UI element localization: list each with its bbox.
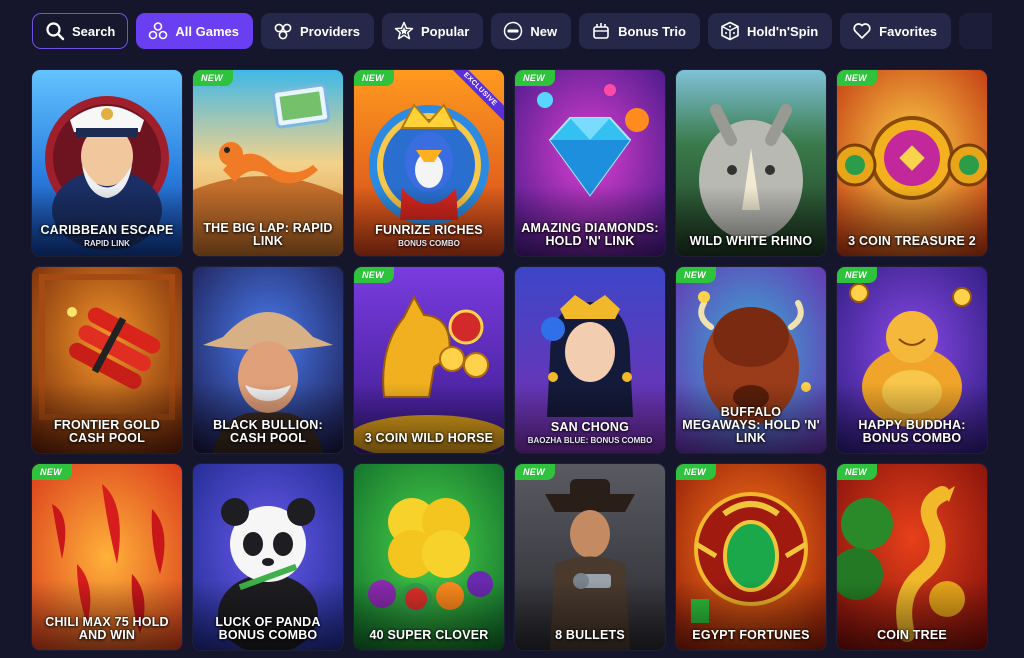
game-card[interactable]: NEW HAPPY BUDDHA: BONUS COMBO (837, 267, 987, 453)
new-badge: NEW (354, 267, 394, 283)
tab-label: All Games (175, 23, 239, 39)
bonus-trio-icon (593, 23, 609, 39)
game-card[interactable]: NEW COIN TREE (837, 464, 987, 650)
tab-providers[interactable]: Providers (260, 13, 374, 49)
game-card[interactable]: WILD WHITE RHINO (676, 70, 826, 256)
new-badge: NEW (837, 70, 877, 86)
star-icon (394, 21, 414, 40)
tab-label: Providers (299, 23, 360, 39)
new-badge: NEW (515, 464, 555, 480)
game-card[interactable]: NEW EGYPT FORTUNES (676, 464, 826, 650)
new-badge: NEW (193, 70, 233, 86)
game-title: FUNRIZE RICHES (375, 223, 483, 237)
game-card[interactable]: CARIBBEAN ESCAPE RAPID LINK (32, 70, 182, 256)
tab-all-games[interactable]: All Games (136, 13, 253, 49)
game-card[interactable]: BLACK BULLION: CASH POOL (193, 267, 343, 453)
search-label: Search (72, 23, 116, 39)
game-card[interactable]: FRONTIER GOLD CASH POOL (32, 267, 182, 453)
new-badge: NEW (515, 70, 555, 86)
new-badge: NEW (32, 464, 72, 480)
dice-icon (721, 21, 739, 41)
game-card[interactable]: SAN CHONG BAOZHA BLUE: BONUS COMBO (515, 267, 665, 453)
more-tabs-fade[interactable] (958, 13, 992, 49)
game-card[interactable]: NEW CHILI MAX 75 HOLD AND WIN (32, 464, 182, 650)
game-subtitle: BAOZHA BLUE: BONUS COMBO (527, 436, 653, 445)
game-title: WILD WHITE RHINO (689, 234, 813, 248)
game-card[interactable]: NEW 8 BULLETS (515, 464, 665, 650)
new-badge: NEW (837, 464, 877, 480)
tab-label: Hold'n'Spin (746, 23, 819, 39)
game-title: THE BIG LAP: RAPID LINK (203, 221, 333, 248)
game-title: 40 SUPER CLOVER (369, 628, 489, 642)
game-card[interactable]: NEW 3 COIN TREASURE 2 (837, 70, 987, 256)
game-title: 8 BULLETS (555, 628, 625, 642)
providers-icon (274, 23, 292, 40)
game-title: CHILI MAX 75 HOLD AND WIN (45, 615, 169, 642)
new-badge: NEW (354, 70, 394, 86)
game-title: 3 COIN WILD HORSE (364, 431, 494, 445)
game-title: EGYPT FORTUNES (692, 628, 810, 642)
tab-popular[interactable]: Popular (381, 13, 484, 49)
game-card[interactable]: NEW AMAZING DIAMONDS: HOLD 'N' LINK (515, 70, 665, 256)
game-title: AMAZING DIAMONDS: HOLD 'N' LINK (521, 221, 659, 248)
tab-bonus-trio[interactable]: Bonus Trio (579, 13, 700, 49)
game-subtitle: RAPID LINK (84, 239, 130, 248)
game-title: HAPPY BUDDHA: BONUS COMBO (858, 418, 966, 445)
new-badge: NEW (676, 267, 716, 283)
game-title: COIN TREE (877, 628, 947, 642)
game-title: CARIBBEAN ESCAPE (40, 223, 174, 237)
tab-new[interactable]: New (491, 13, 572, 49)
tab-label: Favorites (879, 23, 937, 39)
tab-label: Bonus Trio (618, 23, 686, 39)
tab-favorites[interactable]: Favorites (840, 13, 951, 49)
game-title: FRONTIER GOLD CASH POOL (53, 418, 161, 445)
game-card[interactable]: LUCK OF PANDA BONUS COMBO (193, 464, 343, 650)
new-badge: NEW (676, 464, 716, 480)
new-icon (504, 21, 523, 41)
game-title: BLACK BULLION: CASH POOL (213, 418, 323, 445)
game-title: BUFFALO MEGAWAYS: HOLD 'N' LINK (682, 405, 820, 445)
game-card[interactable]: NEW THE BIG LAP: RAPID LINK (193, 70, 343, 256)
game-card[interactable]: NEW 3 COIN WILD HORSE (354, 267, 504, 453)
game-grid: CARIBBEAN ESCAPE RAPID LINK NEW THE BIG … (32, 70, 987, 650)
game-title: 3 COIN TREASURE 2 (848, 234, 976, 248)
game-title: LUCK OF PANDA BONUS COMBO (215, 615, 321, 642)
game-card[interactable]: 40 SUPER CLOVER (354, 464, 504, 650)
tab-label: New (530, 23, 558, 39)
category-nav: Search All Games Providers Popular New B… (32, 12, 992, 50)
tab-label: Popular (420, 23, 470, 39)
game-title: SAN CHONG (550, 420, 630, 434)
game-card[interactable]: NEW BUFFALO MEGAWAYS: HOLD 'N' LINK (676, 267, 826, 453)
heart-icon (853, 23, 871, 39)
game-subtitle: BONUS COMBO (398, 239, 460, 248)
all-games-icon (149, 22, 168, 40)
new-badge: NEW (837, 267, 877, 283)
search-icon (46, 22, 65, 41)
search-button[interactable]: Search (32, 13, 129, 49)
tab-hold-n-spin[interactable]: Hold'n'Spin (707, 13, 833, 49)
game-card[interactable]: NEW EXCLUSIVE FUNRIZE RICHES BONUS COMBO (354, 70, 504, 256)
